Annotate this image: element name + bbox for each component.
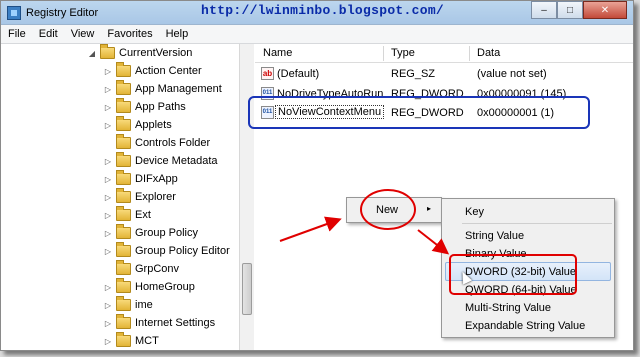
annotation-arrow-to-dword [417, 229, 450, 255]
annotation-arrow-to-new [279, 216, 342, 242]
annotation-arrows [279, 216, 450, 255]
